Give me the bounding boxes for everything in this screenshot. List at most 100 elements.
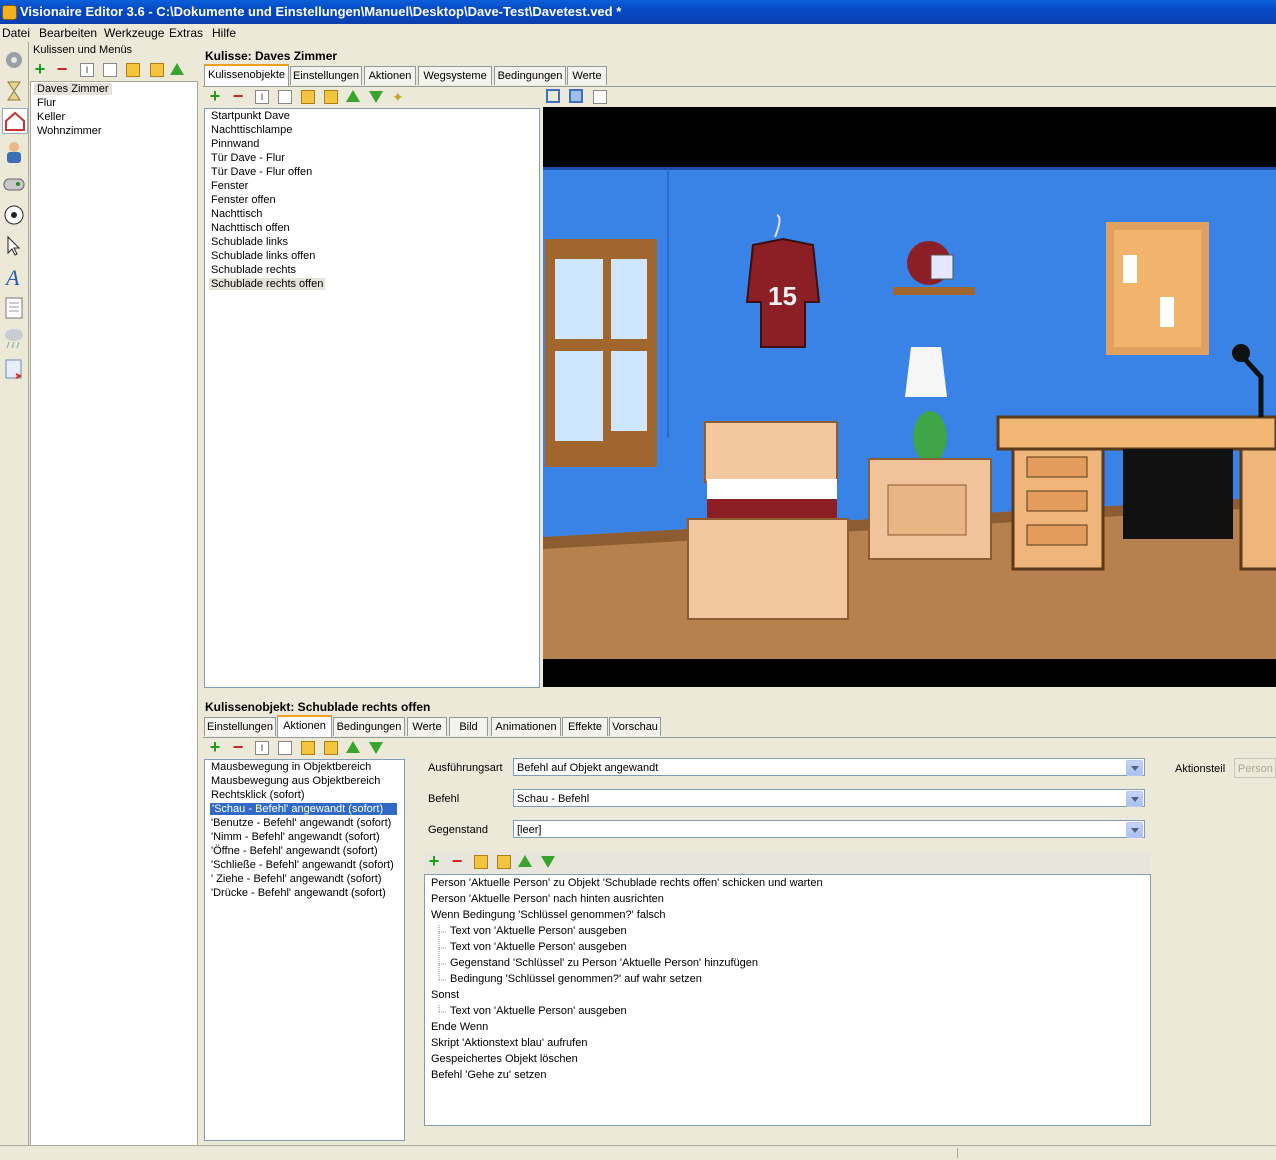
document-icon[interactable] (2, 296, 26, 320)
list-item-selected[interactable]: Schublade rechts offen (209, 278, 326, 290)
rename-icon[interactable]: I (80, 63, 94, 77)
script-line[interactable]: Skript 'Aktionstext blau' aufrufen (431, 1037, 587, 1049)
script-line[interactable]: Person 'Aktuelle Person' nach hinten aus… (431, 893, 664, 905)
scene-item[interactable]: Flur (37, 97, 56, 109)
gear-icon[interactable] (2, 48, 26, 72)
copy-icon[interactable] (103, 63, 117, 77)
script-icon[interactable] (2, 357, 26, 381)
list-item[interactable]: Fenster (211, 180, 248, 192)
menu-datei[interactable]: Datei (2, 26, 30, 40)
zoom-fit-icon[interactable] (546, 89, 560, 103)
remove-icon[interactable]: − (54, 60, 70, 78)
add-icon[interactable]: + (426, 852, 442, 870)
person-icon[interactable] (2, 140, 26, 164)
zoom-full-icon[interactable] (569, 89, 583, 103)
font-icon[interactable]: A (2, 265, 26, 290)
command-select[interactable]: Schau - Befehl (513, 789, 1145, 807)
tab-aktionen[interactable]: Aktionen (277, 715, 332, 737)
script-line[interactable]: Text von 'Aktuelle Person' ausgeben (450, 925, 627, 937)
list-item[interactable]: 'Benutze - Befehl' angewandt (sofort) (211, 817, 391, 829)
list-item[interactable]: Schublade links (211, 236, 288, 248)
hourglass-icon[interactable] (2, 79, 26, 103)
script-line[interactable]: Wenn Bedingung 'Schlüssel genommen?' fal… (431, 909, 666, 921)
tab-wegsysteme[interactable]: Wegsysteme (418, 66, 492, 85)
gamepad-icon[interactable] (2, 172, 26, 196)
cursor-icon[interactable] (2, 234, 26, 258)
move-up-icon[interactable] (170, 63, 184, 75)
clipboard-icon[interactable] (497, 855, 511, 869)
copy-icon[interactable] (278, 90, 292, 104)
tab-einstellungen[interactable]: Einstellungen (204, 717, 276, 736)
chevron-down-icon[interactable] (1126, 791, 1143, 807)
menu-bearbeiten[interactable]: Bearbeiten (39, 26, 97, 40)
scene-preview[interactable]: 15 (543, 107, 1276, 687)
move-down-icon[interactable] (541, 856, 555, 868)
script-line[interactable]: Text von 'Aktuelle Person' ausgeben (450, 1005, 627, 1017)
tab-animationen[interactable]: Animationen (491, 717, 561, 736)
list-item[interactable]: 'Schließe - Befehl' angewandt (sofort) (211, 859, 394, 871)
tab-vorschau[interactable]: Vorschau (609, 717, 661, 736)
tab-werte[interactable]: Werte (567, 66, 607, 85)
list-item[interactable]: 'Öffne - Befehl' angewandt (sofort) (211, 845, 378, 857)
rename-icon[interactable]: I (255, 90, 269, 104)
ball-icon[interactable] (2, 203, 26, 227)
add-icon[interactable]: + (207, 87, 223, 105)
tab-aktionen[interactable]: Aktionen (364, 66, 416, 85)
tab-bedingungen[interactable]: Bedingungen (494, 66, 566, 85)
list-item[interactable]: Mausbewegung aus Objektbereich (211, 775, 380, 787)
tab-kulissenobjekte[interactable]: Kulissenobjekte (204, 64, 289, 86)
move-up-icon[interactable] (346, 741, 360, 753)
chevron-down-icon[interactable] (1126, 760, 1143, 776)
tab-bild[interactable]: Bild (449, 717, 488, 736)
clipboard-icon[interactable] (150, 63, 164, 77)
paste-icon[interactable] (301, 90, 315, 104)
menu-hilfe[interactable]: Hilfe (212, 26, 236, 40)
list-item[interactable]: ' Ziehe - Befehl' angewandt (sofort) (211, 873, 382, 885)
script-line[interactable]: Bedingung 'Schlüssel genommen?' auf wahr… (450, 973, 702, 985)
actionpart-input[interactable]: Person a (1234, 758, 1276, 778)
scene-item[interactable]: Wohnzimmer (37, 125, 102, 137)
particle-icon[interactable] (2, 326, 26, 350)
list-item[interactable]: Mausbewegung in Objektbereich (211, 761, 371, 773)
move-down-icon[interactable] (369, 742, 383, 754)
tab-bedingungen[interactable]: Bedingungen (333, 717, 405, 736)
remove-icon[interactable]: − (449, 852, 465, 870)
script-line[interactable]: Person 'Aktuelle Person' zu Objekt 'Schu… (431, 877, 823, 889)
list-item[interactable]: Rechtsklick (sofort) (211, 789, 305, 801)
list-item[interactable]: 'Drücke - Befehl' angewandt (sofort) (211, 887, 386, 899)
remove-icon[interactable]: − (230, 738, 246, 756)
paste-icon[interactable] (126, 63, 140, 77)
add-icon[interactable]: + (207, 738, 223, 756)
list-item-selected[interactable]: 'Schau - Befehl' angewandt (sofort) (210, 803, 397, 815)
script-line[interactable]: Text von 'Aktuelle Person' ausgeben (450, 941, 627, 953)
tab-effekte[interactable]: Effekte (562, 717, 608, 736)
list-item[interactable]: Schublade rechts (211, 264, 296, 276)
clipboard-icon[interactable] (324, 90, 338, 104)
wand-icon[interactable]: ✦ (392, 89, 408, 105)
list-item[interactable]: Tür Dave - Flur offen (211, 166, 312, 178)
move-up-icon[interactable] (518, 855, 532, 867)
move-up-icon[interactable] (346, 90, 360, 102)
copy-icon[interactable] (278, 741, 292, 755)
rename-icon[interactable]: I (255, 741, 269, 755)
list-item[interactable]: Nachttisch offen (211, 222, 290, 234)
paste-icon[interactable] (474, 855, 488, 869)
add-icon[interactable]: + (32, 60, 48, 78)
script-line[interactable]: Gegenstand 'Schlüssel' zu Person 'Aktuel… (450, 957, 758, 969)
house-icon[interactable] (2, 108, 28, 134)
script-line[interactable]: Ende Wenn (431, 1021, 488, 1033)
list-item[interactable]: Pinnwand (211, 138, 259, 150)
menu-werkzeuge[interactable]: Werkzeuge (104, 26, 164, 40)
list-item[interactable]: 'Nimm - Befehl' angewandt (sofort) (211, 831, 380, 843)
tab-einstellungen[interactable]: Einstellungen (290, 66, 362, 85)
script-line[interactable]: Gespeichertes Objekt löschen (431, 1053, 578, 1065)
execution-select[interactable]: Befehl auf Objekt angewandt (513, 758, 1145, 776)
scene-item[interactable]: Keller (37, 111, 65, 123)
list-item[interactable]: Schublade links offen (211, 250, 315, 262)
list-item[interactable]: Startpunkt Dave (211, 110, 290, 122)
list-item[interactable]: Fenster offen (211, 194, 276, 206)
script-line[interactable]: Sonst (431, 989, 459, 1001)
list-item[interactable]: Tür Dave - Flur (211, 152, 285, 164)
list-item[interactable]: Nachttischlampe (211, 124, 292, 136)
item-select[interactable]: [leer] (513, 820, 1145, 838)
